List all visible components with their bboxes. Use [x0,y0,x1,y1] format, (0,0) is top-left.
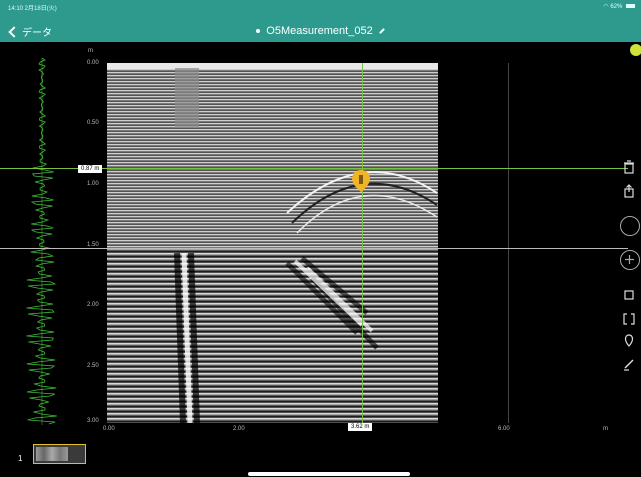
distance-label: 6.00 [498,426,510,432]
distance-cursor-line[interactable] [362,63,363,423]
grid-line [508,63,509,423]
measurement-thumbnail[interactable] [33,444,86,464]
depth-label: 3.00 [87,418,99,424]
distance-label: 0.00 [103,426,115,432]
status-time: 14:10 2月18日(火) [8,6,57,12]
circle-button[interactable] [620,216,640,236]
battery-icon [626,4,635,9]
share-icon [624,184,634,198]
thumbnail-image [36,447,68,461]
wifi-icon: ◠ [603,4,609,10]
sync-status-icon[interactable] [630,44,641,56]
crop-icon [624,290,634,300]
depth-label: 2.00 [87,302,99,308]
location-marker-icon[interactable] [352,170,370,192]
page-title[interactable]: O5Measurement_052 [0,25,641,37]
amplitude-waveform [26,58,57,425]
battery-level: 62% [610,4,623,10]
distance-label: 2.00 [233,426,245,432]
depth-unit: m [88,48,93,54]
distance-unit: m [603,426,608,432]
status-dot-icon [256,29,261,34]
depth-label: 1.00 [87,181,99,187]
depth-label: 0.00 [87,60,99,66]
measurement-name: O5Measurement_052 [266,25,373,37]
depth-label: 0.50 [87,120,99,126]
status-battery: ◠ 62% [603,3,635,10]
app-header: 14:10 2月18日(火) ◠ 62% データ O5Measurement_0… [0,0,641,42]
depth-label: 2.50 [87,363,99,369]
add-button[interactable] [620,250,640,270]
trash-icon [624,160,634,174]
delete-button[interactable] [622,160,638,174]
radargram-image[interactable] [107,63,438,423]
section-divider [0,248,628,249]
bracket-button[interactable] [622,312,638,326]
marker-icon [624,334,634,347]
add-icon [625,255,634,264]
pen-icon [624,359,634,371]
share-button[interactable] [622,184,638,198]
distance-readout: 3.62 m [348,423,373,431]
depth-readout: 0.87 m [78,165,103,173]
edit-icon[interactable] [378,28,385,34]
draw-button[interactable] [622,357,638,371]
crop-button[interactable] [622,288,638,302]
home-indicator[interactable] [248,472,410,476]
marker-button[interactable] [622,334,638,348]
bracket-icon [623,313,635,325]
page-number: 1 [18,454,23,463]
